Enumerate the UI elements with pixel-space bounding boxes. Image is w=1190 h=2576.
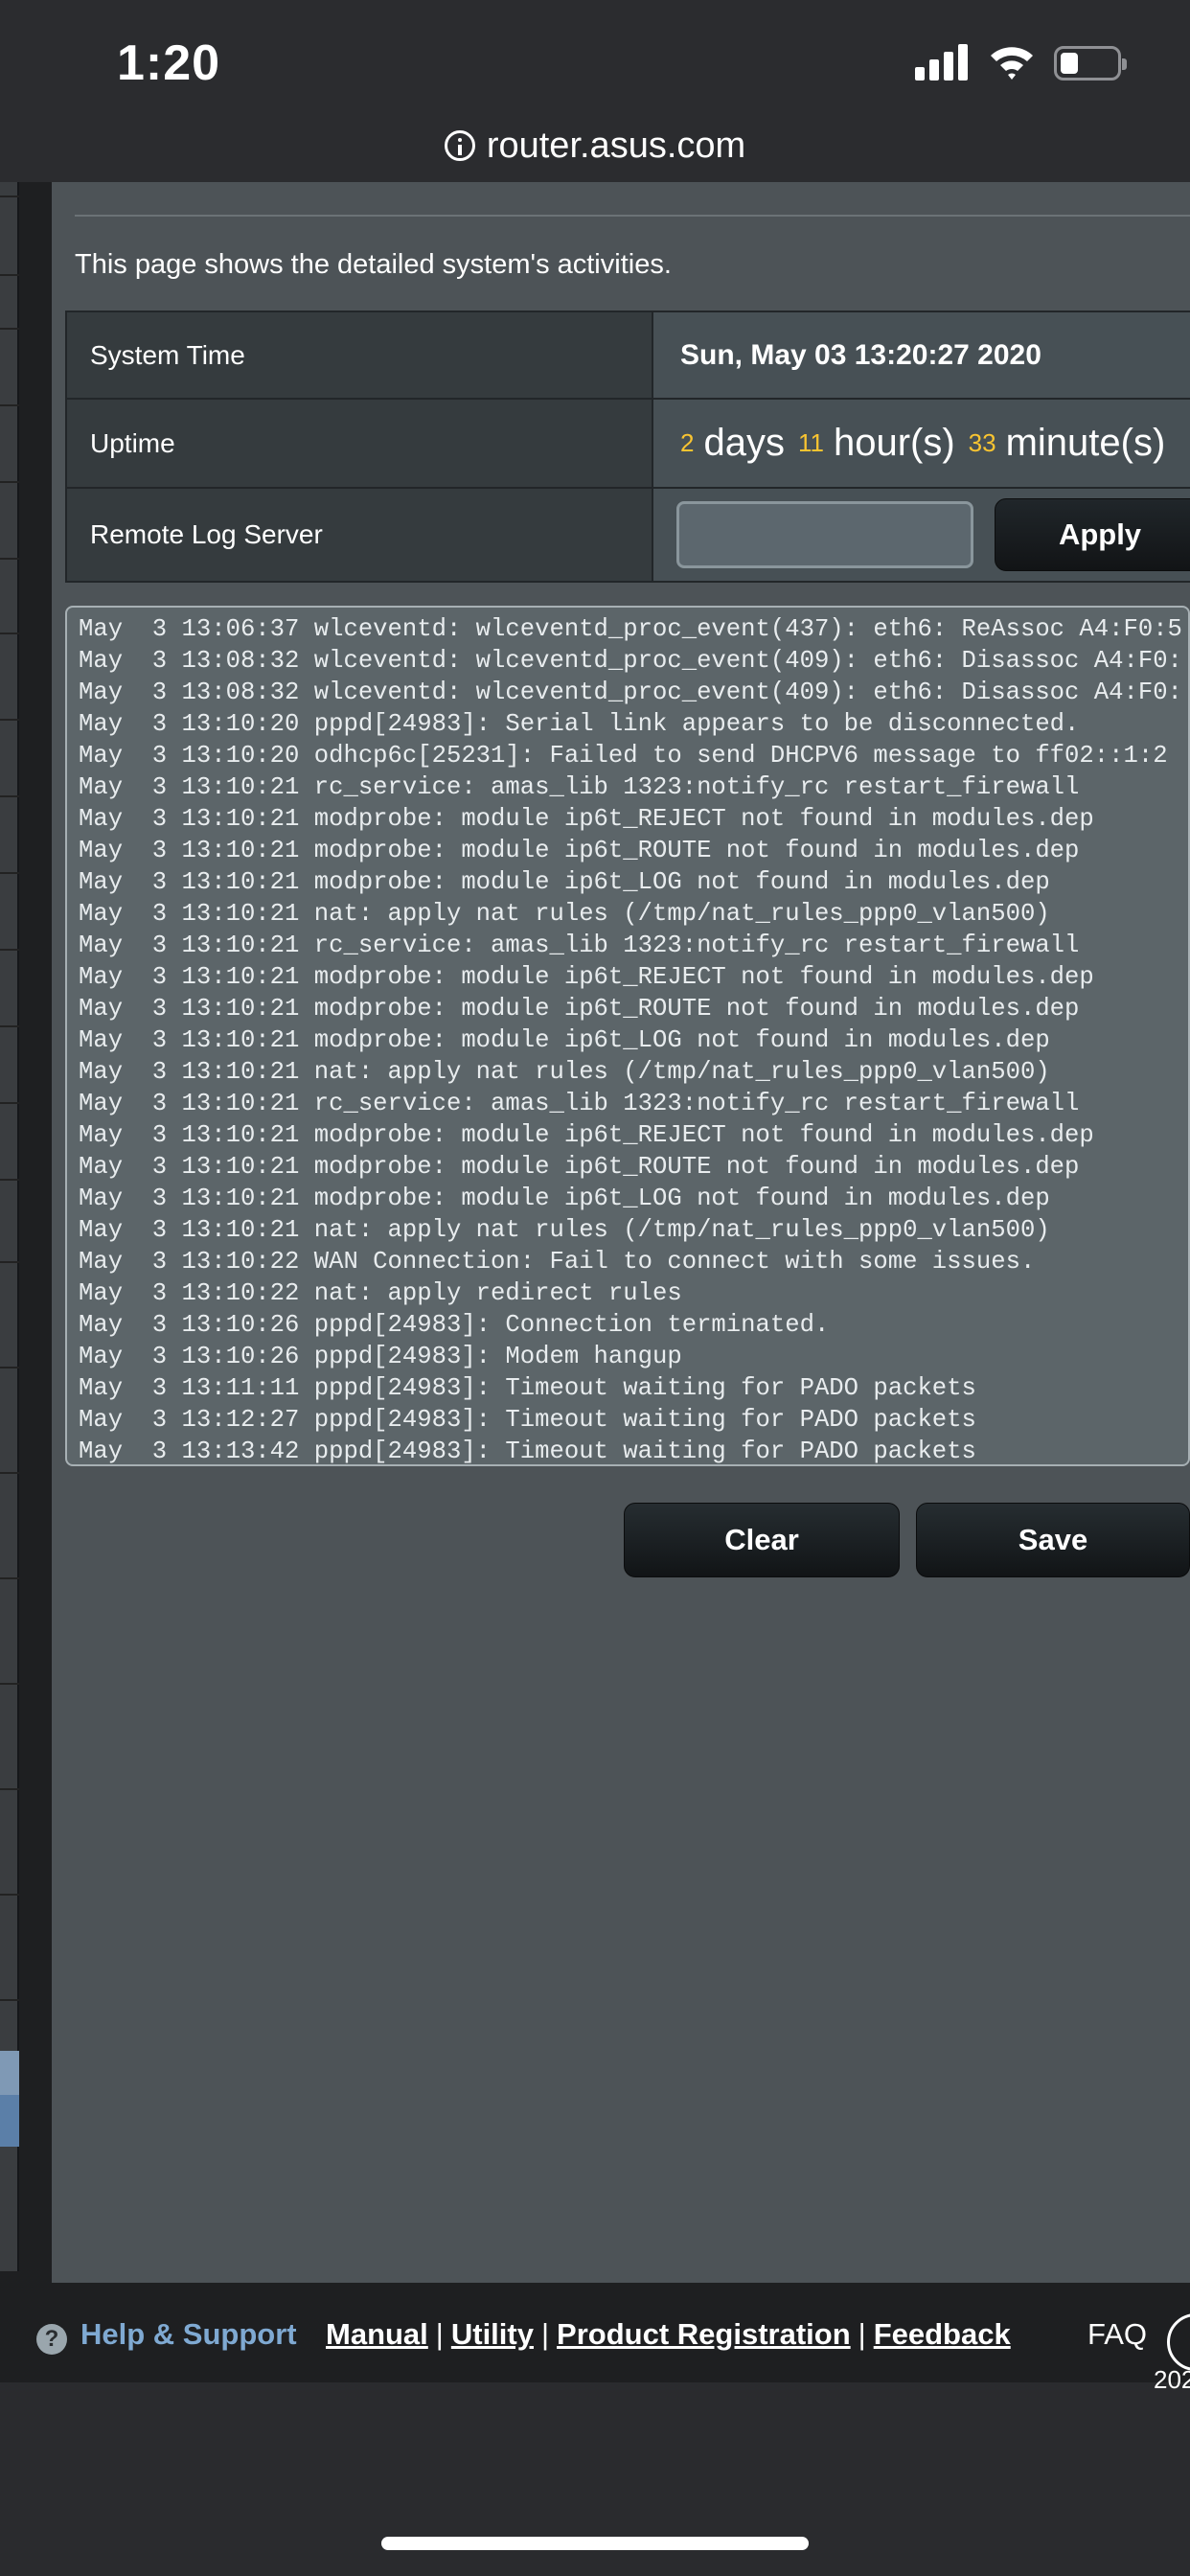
log-line: May 3 13:10:21 rc_service: amas_lib 1323… (79, 773, 1080, 801)
log-line: May 3 13:10:21 rc_service: amas_lib 1323… (79, 932, 1080, 959)
uptime-days-unit: days (703, 422, 785, 464)
log-line: May 3 13:10:26 pppd[24983]: Connection t… (79, 1311, 830, 1339)
log-line: May 3 13:10:21 modprobe: module ip6t_LOG… (79, 1184, 1050, 1212)
uptime-row: Uptime 2 days 11 hour(s) 33 minute(s) (65, 400, 1190, 489)
remote-log-server-input[interactable] (676, 501, 973, 568)
log-line: May 3 13:06:37 wlceventd: wlceventd_proc… (79, 615, 1182, 643)
product-registration-link[interactable]: Product Registration (557, 2317, 851, 2351)
log-line: May 3 13:10:21 modprobe: module ip6t_REJ… (79, 963, 1094, 991)
log-line: May 3 13:10:22 nat: apply redirect rules (79, 1279, 682, 1307)
copyright-text: 202 (1154, 2365, 1190, 2394)
utility-link[interactable]: Utility (451, 2317, 534, 2351)
log-line: May 3 13:10:26 pppd[24983]: Modem hangup (79, 1343, 682, 1370)
uptime-hours: 11 (797, 428, 824, 457)
log-line: May 3 13:10:21 modprobe: module ip6t_LOG… (79, 868, 1050, 896)
log-line: May 3 13:08:32 wlceventd: wlceventd_proc… (79, 678, 1182, 706)
footer-links: Manual | Utility | Product Registration | Feed… (326, 2317, 1011, 2351)
system-log-panel: This page shows the detailed system's ac… (52, 182, 1190, 2283)
log-line: May 3 13:10:21 modprobe: module ip6t_ROU… (79, 1153, 1080, 1181)
uptime-hours-unit: hour(s) (833, 422, 955, 464)
log-line: May 3 13:11:11 pppd[24983]: Timeout wait… (79, 1374, 976, 1402)
system-time-label: System Time (65, 312, 653, 398)
clear-button[interactable]: Clear (624, 1503, 900, 1577)
log-line: May 3 13:10:21 rc_service: amas_lib 1323… (79, 1090, 1080, 1117)
uptime-days: 2 (680, 428, 695, 457)
faq-link[interactable]: FAQ (1087, 2317, 1147, 2352)
help-support-link[interactable]: Help & Support (80, 2317, 297, 2352)
page-description: This page shows the detailed system's ac… (75, 249, 672, 280)
log-line: May 3 13:10:21 nat: apply nat rules (/tm… (79, 900, 1050, 928)
apply-button[interactable]: Apply (995, 498, 1190, 571)
wifi-icon (991, 47, 1033, 80)
remote-log-label: Remote Log Server (65, 489, 653, 581)
log-line: May 3 13:10:21 nat: apply nat rules (/tm… (79, 1058, 1050, 1086)
log-line: May 3 13:08:32 wlceventd: wlceventd_proc… (79, 647, 1182, 675)
log-line: May 3 13:10:21 modprobe: module ip6t_REJ… (79, 805, 1094, 833)
url-text[interactable]: router.asus.com (487, 126, 745, 167)
feedback-link[interactable]: Feedback (874, 2317, 1011, 2351)
log-line: May 3 13:10:20 pppd[24983]: Serial link … (79, 710, 1080, 738)
help-icon[interactable]: ? (36, 2324, 67, 2355)
save-button[interactable]: Save (916, 1503, 1190, 1577)
log-line: May 3 13:10:21 modprobe: module ip6t_ROU… (79, 995, 1080, 1023)
url-bar[interactable]: router.asus.com (0, 115, 1190, 176)
uptime-label: Uptime (65, 400, 653, 487)
log-line: May 3 13:10:21 modprobe: module ip6t_LOG… (79, 1026, 1050, 1054)
log-line: May 3 13:10:20 odhcp6c[25231]: Failed to… (79, 742, 1168, 770)
divider (75, 215, 1190, 217)
uptime-minutes: 33 (968, 428, 996, 457)
log-line: May 3 13:10:21 modprobe: module ip6t_REJ… (79, 1121, 1094, 1149)
battery-icon (1054, 46, 1127, 80)
router-page: This page shows the detailed system's ac… (0, 182, 1190, 2384)
system-time-value: Sun, May 03 13:20:27 2020 (653, 312, 1190, 398)
log-line: May 3 13:10:21 modprobe: module ip6t_ROU… (79, 837, 1080, 864)
info-icon[interactable] (444, 130, 475, 161)
manual-link[interactable]: Manual (326, 2317, 428, 2351)
status-bar: 1:20 router.asus.com (0, 0, 1190, 182)
cellular-signal-icon (915, 42, 969, 80)
system-log-textarea[interactable]: May 3 13:06:37 wlceventd: wlceventd_proc… (65, 606, 1190, 1466)
uptime-minutes-unit: minute(s) (1005, 422, 1166, 464)
system-time-row: System Time Sun, May 03 13:20:27 2020 (65, 310, 1190, 400)
left-navigation (0, 182, 19, 2271)
status-time: 1:20 (117, 35, 221, 91)
log-line: May 3 13:12:27 pppd[24983]: Timeout wait… (79, 1406, 976, 1434)
uptime-value: 2 days 11 hour(s) 33 minute(s) (653, 400, 1190, 487)
footer: ? Help & Support Manual | Utility | Product … (0, 2290, 1190, 2386)
log-line: May 3 13:13:42 pppd[24983]: Timeout wait… (79, 1438, 976, 1465)
log-line: May 3 13:10:21 nat: apply nat rules (/tm… (79, 1216, 1050, 1244)
log-line: May 3 13:10:22 WAN Connection: Fail to c… (79, 1248, 1036, 1276)
home-indicator[interactable] (381, 2537, 809, 2550)
search-field-edge[interactable] (1167, 2313, 1190, 2371)
